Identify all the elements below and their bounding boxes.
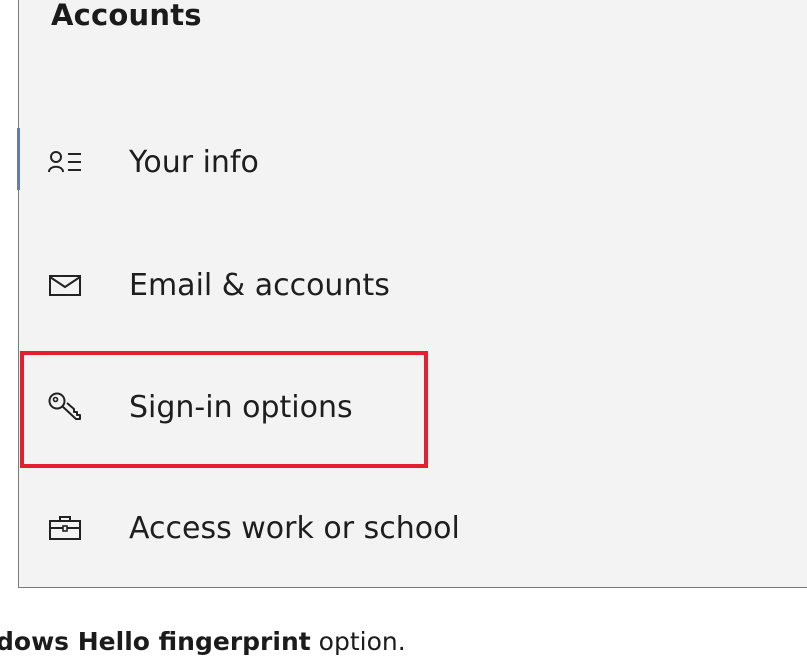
nav-item-label: Access work or school: [129, 510, 460, 546]
mail-icon: [47, 269, 83, 301]
briefcase-icon: [47, 512, 83, 544]
accounts-nav-panel: Accounts Your info Email & accounts Sign…: [17, 0, 807, 588]
highlight-box: [20, 351, 428, 468]
caption-bold-text: dows Hello fingerprint: [0, 627, 311, 656]
person-list-icon: [47, 146, 83, 178]
instruction-caption: dows Hello fingerprint option.: [0, 627, 406, 656]
nav-item-email-accounts[interactable]: Email & accounts: [19, 255, 799, 315]
nav-item-your-info[interactable]: Your info: [19, 132, 799, 192]
nav-item-label: Your info: [129, 144, 259, 180]
panel-title: Accounts: [51, 0, 202, 32]
nav-item-label: Email & accounts: [129, 267, 390, 303]
nav-item-access-work-school[interactable]: Access work or school: [19, 498, 799, 558]
caption-text: option.: [310, 627, 406, 656]
